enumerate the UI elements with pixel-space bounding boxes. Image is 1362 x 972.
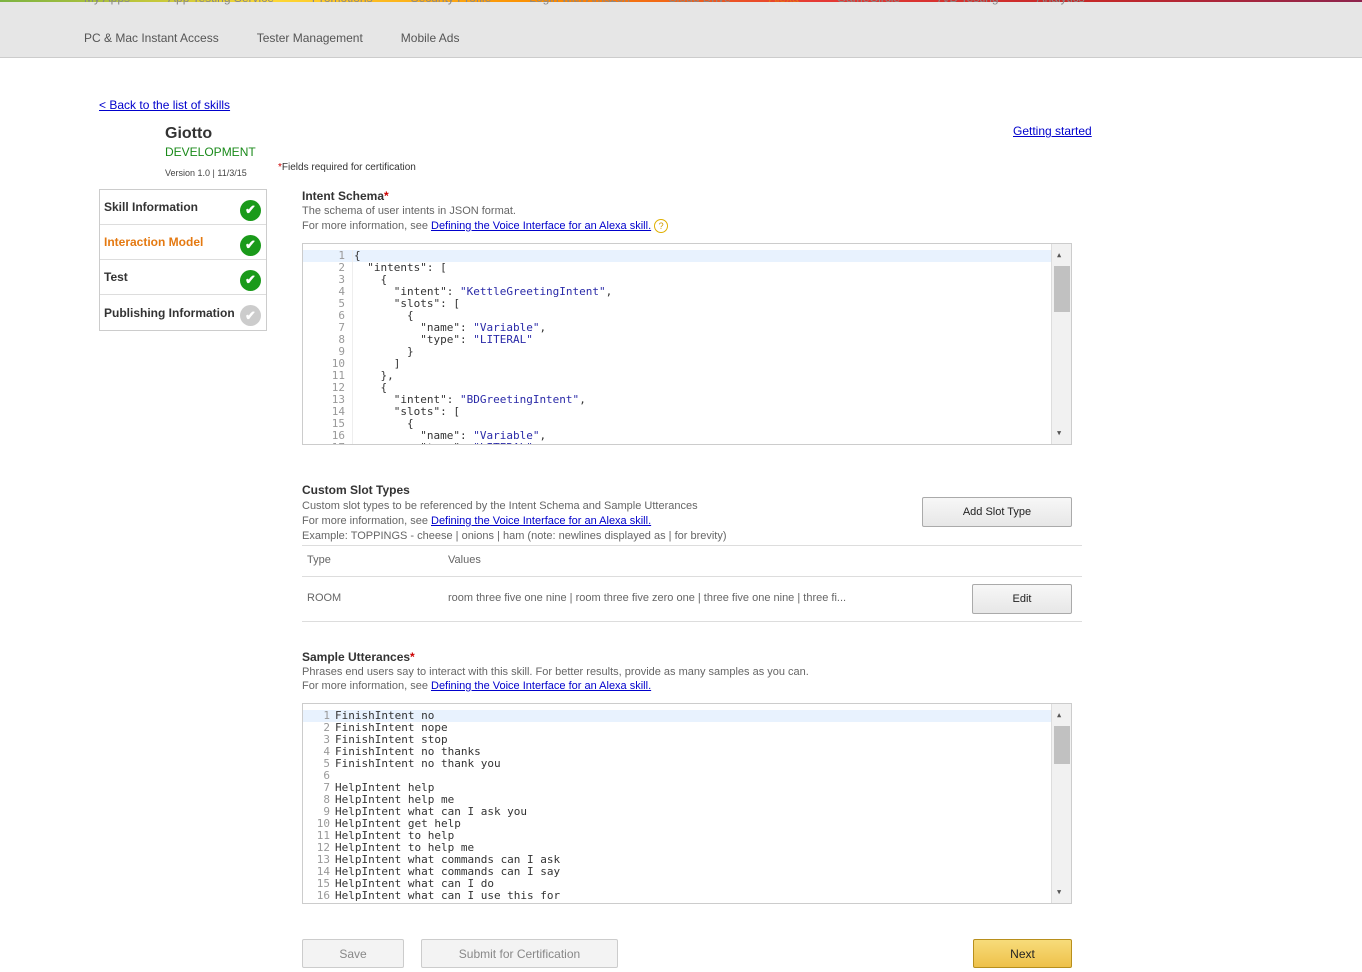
check-icon: ✔	[240, 234, 261, 256]
sidebar-item-label: Skill Information	[104, 200, 199, 214]
primary-nav: My Apps App Testing Service Promotions Secu…	[84, 0, 1085, 5]
sample-utterances-more: For more information, see Defining the V…	[302, 680, 652, 692]
code-line: "intents": [	[354, 261, 447, 274]
voice-interface-link[interactable]: Defining the Voice Interface for an Alex…	[431, 680, 651, 692]
scrollbar[interactable]: ▲ ▼	[1051, 704, 1071, 903]
back-to-skills-link[interactable]: < Back to the list of skills	[99, 98, 230, 112]
custom-slot-more: For more information, see Defining the V…	[302, 515, 652, 527]
nav-item[interactable]: Mobile Ads	[401, 31, 460, 45]
custom-slot-example: Example: TOPPINGS - cheese | onions | ha…	[302, 530, 727, 542]
secondary-nav: PC & Mac Instant Access Tester Management…	[84, 31, 459, 45]
nav-item[interactable]: Login with Amazon	[529, 0, 630, 5]
code-line: HelpIntent what questions can I ask	[335, 902, 567, 904]
nav-item[interactable]: A/B Testing	[938, 0, 998, 5]
code-line: FinishIntent no thank you	[335, 757, 501, 770]
check-icon: ✔	[240, 199, 261, 221]
submit-certification-button[interactable]: Submit for Certification	[421, 939, 618, 968]
intent-schema-editor[interactable]: 1234567891011121314151617 { "intents": […	[302, 243, 1072, 445]
next-button[interactable]: Next	[973, 939, 1072, 968]
line-number: 17	[303, 902, 330, 904]
sidebar-item-label: Test	[104, 270, 128, 284]
voice-interface-link[interactable]: Defining the Voice Interface for an Alex…	[431, 515, 651, 527]
sample-utterances-title: Sample Utterances*	[302, 650, 415, 664]
intent-schema-desc: The schema of user intents in JSON forma…	[302, 205, 516, 217]
getting-started-link[interactable]: Getting started	[1013, 124, 1092, 138]
sample-utterances-editor[interactable]: 1234567891011121314151617 FinishIntent n…	[302, 703, 1072, 904]
nav-item[interactable]: GameCircle	[837, 0, 900, 5]
custom-slot-title: Custom Slot Types	[302, 483, 410, 497]
voice-interface-link[interactable]: Defining the Voice Interface for an Alex…	[431, 220, 651, 232]
help-icon[interactable]: ?	[654, 219, 669, 233]
sidebar-item-label: Publishing Information	[104, 305, 235, 320]
code-line: "type": "LITERAL"	[354, 442, 612, 445]
nav-item[interactable]: My Apps	[84, 0, 130, 5]
sample-utterances-desc: Phrases end users say to interact with t…	[302, 666, 809, 678]
scrollbar[interactable]: ▲ ▼	[1051, 244, 1071, 444]
intent-schema-title: Intent Schema*	[302, 189, 389, 203]
sidebar-item[interactable]: Publishing Information ✔	[100, 295, 266, 330]
skill-status: DEVELOPMENT	[165, 145, 256, 159]
nav-item[interactable]: Alexa	[769, 0, 799, 5]
save-button[interactable]: Save	[302, 939, 404, 968]
nav-item[interactable]: Cloud Drive	[668, 0, 731, 5]
nav-item[interactable]: PC & Mac Instant Access	[84, 31, 219, 45]
skill-name: Giotto	[165, 125, 213, 142]
nav-item[interactable]: Tester Management	[257, 31, 363, 45]
add-slot-type-button[interactable]: Add Slot Type	[922, 497, 1072, 527]
nav-item[interactable]: Promotions	[312, 0, 373, 5]
skill-version: Version 1.0 | 11/3/15	[165, 168, 247, 178]
nav-item[interactable]: Analytics	[1037, 0, 1085, 5]
code-line: },	[354, 369, 394, 382]
required-note: *Fields required for certification	[278, 162, 416, 173]
custom-slot-desc: Custom slot types to be referenced by th…	[302, 500, 698, 512]
nav-item[interactable]: Security Profile	[411, 0, 492, 5]
check-icon: ✔	[240, 305, 261, 326]
top-navigation: My Apps App Testing Service Promotions Secu…	[0, 0, 1362, 58]
sidebar-item[interactable]: Test ✔	[100, 260, 266, 295]
sidebar-item[interactable]: Interaction Model ✔	[100, 225, 266, 260]
edit-slot-button[interactable]: Edit	[972, 584, 1072, 614]
sidebar-steps: Skill Information ✔ Interaction Model ✔ Test…	[99, 189, 267, 331]
check-icon: ✔	[240, 269, 261, 291]
nav-item[interactable]: App Testing Service	[168, 0, 274, 5]
sidebar-item[interactable]: Skill Information ✔	[100, 190, 266, 225]
sidebar-item-label: Interaction Model	[104, 235, 204, 249]
intent-schema-more: For more information, see Defining the V…	[302, 219, 669, 233]
line-number: 17	[303, 442, 345, 445]
